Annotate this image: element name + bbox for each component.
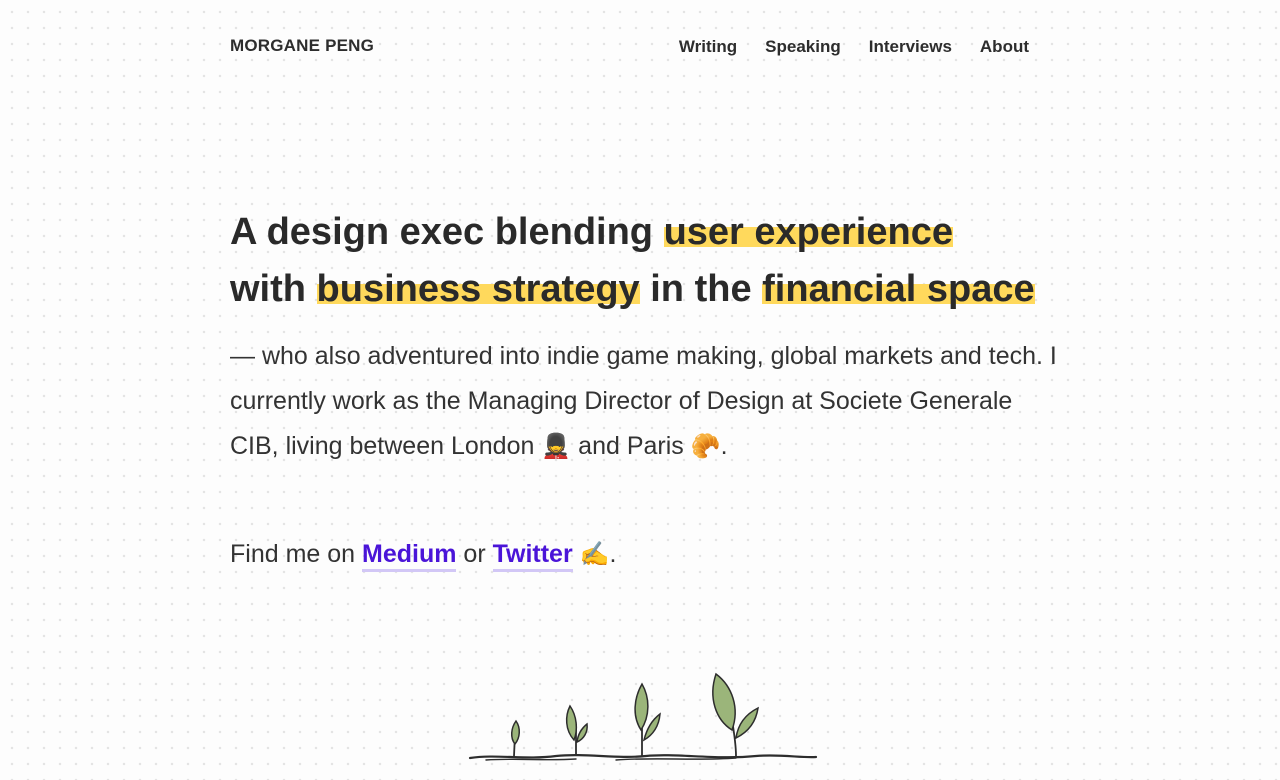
- nav-writing[interactable]: Writing: [679, 37, 737, 57]
- headline-text: in the: [639, 268, 763, 310]
- highlight-user-experience: user experience: [663, 211, 953, 253]
- headline-text: A design exec blending: [230, 211, 664, 253]
- intro-paragraph: — who also adventured into indie game ma…: [230, 334, 1060, 469]
- find-text: Find me on: [230, 540, 363, 568]
- main-nav: Writing Speaking Interviews About: [679, 37, 1029, 57]
- nav-speaking[interactable]: Speaking: [765, 37, 841, 57]
- find-text: or: [456, 540, 493, 568]
- highlight-financial-space: financial space: [762, 268, 1035, 310]
- sprouting-plants-icon: [468, 672, 818, 761]
- nav-about[interactable]: About: [980, 37, 1029, 57]
- guard-icon: 💂: [541, 432, 572, 460]
- find-me-line: Find me on Medium or Twitter ✍️.: [230, 534, 616, 574]
- croissant-icon: 🥐: [690, 432, 721, 460]
- page-container: MORGANE PENG Writing Speaking Interviews…: [230, 0, 1057, 572]
- nav-interviews[interactable]: Interviews: [869, 37, 952, 57]
- hero-headline: A design exec blending user experience wi…: [230, 204, 1060, 318]
- twitter-link[interactable]: Twitter: [492, 540, 573, 572]
- find-text: .: [609, 540, 617, 568]
- site-header: MORGANE PENG Writing Speaking Interviews…: [230, 0, 1050, 96]
- medium-link[interactable]: Medium: [362, 540, 457, 572]
- intro-text: .: [720, 432, 728, 460]
- intro-text: and Paris: [571, 432, 691, 460]
- headline-text: with: [230, 268, 317, 310]
- highlight-business-strategy: business strategy: [316, 268, 640, 310]
- writing-hand-icon: ✍️: [579, 540, 610, 568]
- site-logo[interactable]: MORGANE PENG: [230, 36, 374, 56]
